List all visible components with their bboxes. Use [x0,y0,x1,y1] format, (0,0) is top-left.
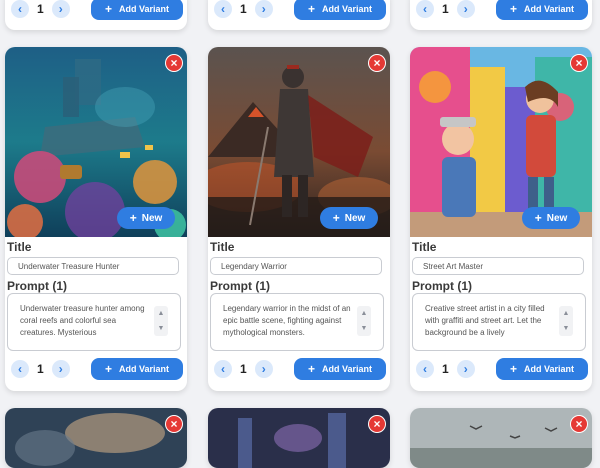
plus-icon: + [104,2,112,16]
scroll-up-icon[interactable]: ▲ [563,310,570,317]
remove-card-button[interactable]: × [571,55,587,71]
plus-icon: + [509,362,517,376]
scroll-down-icon[interactable]: ▼ [563,325,570,332]
prompt-scroll-control[interactable]: ▲ ▼ [357,306,371,336]
plus-icon: + [509,2,517,16]
card-top-3: ‹ 1 › + Add Variant [410,0,592,30]
card-image [5,408,187,468]
card-image [410,408,592,468]
card-top-1: ‹ 1 › + Add Variant [5,0,187,30]
plus-icon: + [129,211,137,225]
remove-card-button[interactable]: × [166,55,182,71]
variant-stepper: ‹ 1 › [214,360,273,378]
variant-count: 1 [240,362,247,376]
prev-variant-button[interactable]: ‹ [11,360,29,378]
add-variant-label: Add Variant [119,364,170,374]
card-image [208,408,390,468]
add-variant-label: Add Variant [524,4,575,14]
prompt-text: Legendary warrior in the midst of an epi… [223,304,351,337]
card-street-art: × + New Title Street Art Master Prompt (… [410,47,592,391]
new-label: New [141,212,163,224]
title-input[interactable]: Legendary Warrior [210,257,382,275]
title-label: Title [7,240,32,254]
card-bottom-3: × [410,408,592,468]
remove-card-button[interactable]: × [369,416,385,432]
card-top-2: ‹ 1 › + Add Variant [208,0,390,30]
next-variant-button[interactable]: › [254,360,273,378]
prompt-label: Prompt (1) [210,279,270,293]
variant-stepper: ‹ 1 › [11,360,70,378]
add-variant-label: Add Variant [524,364,575,374]
new-image-button[interactable]: + New [522,207,580,229]
add-variant-button[interactable]: + Add Variant [294,0,386,20]
new-image-button[interactable]: + New [320,207,378,229]
title-label: Title [210,240,235,254]
variant-count: 1 [442,362,449,376]
plus-icon: + [534,211,542,225]
add-variant-button[interactable]: + Add Variant [496,0,588,20]
prompt-text: Underwater treasure hunter among coral r… [20,304,145,337]
plus-icon: + [332,211,340,225]
add-variant-button[interactable]: + Add Variant [496,358,588,380]
variant-count: 1 [37,362,44,376]
scroll-down-icon[interactable]: ▼ [158,325,165,332]
prompt-label: Prompt (1) [7,279,67,293]
card-bottom-1: × [5,408,187,468]
prompt-textarea[interactable]: Legendary warrior in the midst of an epi… [210,293,384,351]
scroll-up-icon[interactable]: ▲ [158,310,165,317]
card-bottom-2: × [208,408,390,468]
plus-icon: + [104,362,112,376]
remove-card-button[interactable]: × [369,55,385,71]
title-label: Title [412,240,437,254]
prev-variant-button[interactable]: ‹ [416,360,434,378]
prompt-textarea[interactable]: Underwater treasure hunter among coral r… [7,293,181,351]
remove-card-button[interactable]: × [571,416,587,432]
remove-card-button[interactable]: × [166,416,182,432]
next-variant-button[interactable]: › [456,360,475,378]
add-variant-button[interactable]: + Add Variant [294,358,386,380]
next-variant-button[interactable]: › [254,0,273,18]
card-underwater: × + New Title Underwater Treasure Hunter… [5,47,187,391]
variant-count: 1 [37,2,44,16]
card-warrior: × + New Title Legendary Warrior Prompt (… [208,47,390,391]
new-label: New [344,212,366,224]
next-variant-button[interactable]: › [51,0,70,18]
scroll-up-icon[interactable]: ▲ [361,310,368,317]
new-label: New [546,212,568,224]
scroll-down-icon[interactable]: ▼ [361,325,368,332]
add-variant-button[interactable]: + Add Variant [91,358,183,380]
prompt-label: Prompt (1) [412,279,472,293]
title-input[interactable]: Underwater Treasure Hunter [7,257,179,275]
prompt-scroll-control[interactable]: ▲ ▼ [154,306,168,336]
title-input[interactable]: Street Art Master [412,257,584,275]
add-variant-label: Add Variant [322,364,373,374]
add-variant-button[interactable]: + Add Variant [91,0,183,20]
next-variant-button[interactable]: › [456,0,475,18]
variant-stepper: ‹ 1 › [11,0,70,18]
add-variant-label: Add Variant [119,4,170,14]
prompt-scroll-control[interactable]: ▲ ▼ [559,306,573,336]
variant-count: 1 [240,2,247,16]
prev-variant-button[interactable]: ‹ [214,360,232,378]
next-variant-button[interactable]: › [51,360,70,378]
variant-count: 1 [442,2,449,16]
plus-icon: + [307,2,315,16]
new-image-button[interactable]: + New [117,207,175,229]
variant-stepper: ‹ 1 › [416,0,475,18]
prev-variant-button[interactable]: ‹ [214,0,232,18]
add-variant-label: Add Variant [322,4,373,14]
prev-variant-button[interactable]: ‹ [416,0,434,18]
prompt-text: Creative street artist in a city filled … [425,304,545,337]
prompt-textarea[interactable]: Creative street artist in a city filled … [412,293,586,351]
prev-variant-button[interactable]: ‹ [11,0,29,18]
variant-stepper: ‹ 1 › [214,0,273,18]
plus-icon: + [307,362,315,376]
variant-stepper: ‹ 1 › [416,360,475,378]
